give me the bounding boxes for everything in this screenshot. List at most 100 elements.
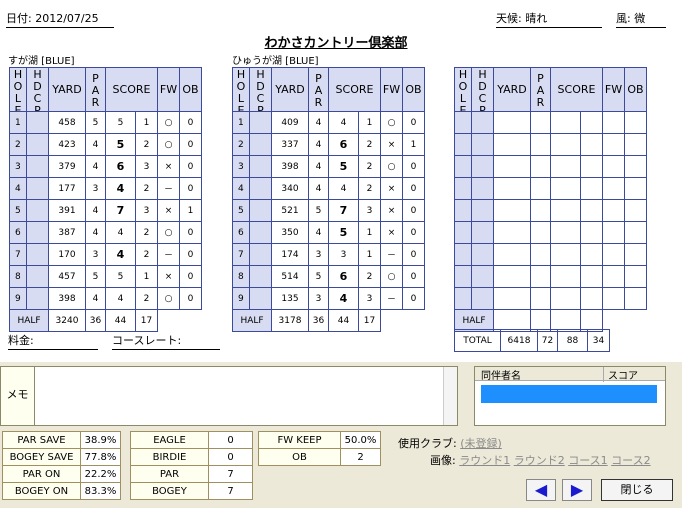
half-label: HALF — [232, 309, 272, 332]
stat-value: 77.8% — [80, 448, 121, 466]
yard: 458 — [48, 111, 86, 134]
hole-row — [454, 199, 647, 222]
hdcp — [249, 177, 272, 200]
hole-number: 6 — [232, 221, 250, 244]
course-title: わかさカントリー倶楽部 — [264, 36, 408, 51]
hole-number: 7 — [9, 243, 27, 266]
hole-number: 8 — [232, 265, 250, 288]
ob-empty — [624, 177, 647, 200]
fairway: － — [157, 177, 180, 200]
hole-number-empty — [454, 177, 472, 200]
hole-row: 3 398 4 5 2 ○ 0 — [232, 155, 425, 178]
next-button[interactable]: ▶ — [562, 479, 592, 501]
ob-empty — [624, 265, 647, 288]
ob: 0 — [179, 155, 202, 178]
hole-header: HOLE — [454, 67, 472, 112]
par: 5 — [308, 265, 329, 288]
hdcp — [26, 221, 49, 244]
yard-empty — [493, 177, 531, 200]
yard: 514 — [271, 265, 309, 288]
hdcp-empty — [471, 133, 494, 156]
hole-row — [454, 221, 647, 244]
ob-header: OB — [402, 67, 425, 112]
yard: 387 — [48, 221, 86, 244]
par: 4 — [308, 111, 329, 134]
putts: 2 — [358, 133, 381, 156]
memo-box[interactable]: メモ — [0, 366, 458, 426]
hole-row: 8 514 5 6 2 ○ 0 — [232, 265, 425, 288]
score-empty — [550, 287, 581, 310]
prev-button[interactable]: ◀ — [526, 479, 556, 501]
close-button[interactable]: 閉じる — [601, 479, 673, 501]
fairway: ○ — [157, 133, 180, 156]
par-empty — [530, 243, 551, 266]
hole-number: 4 — [232, 177, 250, 200]
ob: 0 — [179, 133, 202, 156]
score-empty — [550, 265, 581, 288]
image-link-course1[interactable]: コース1 — [568, 454, 607, 467]
fairway-empty — [602, 199, 625, 222]
hdcp — [249, 265, 272, 288]
putts: 2 — [358, 155, 381, 178]
hdcp — [249, 111, 272, 134]
hole-number: 9 — [9, 287, 27, 310]
in-course-label: ひゅうが湖 [BLUE] — [232, 56, 319, 67]
fairway: × — [157, 265, 180, 288]
stat-label: BOGEY ON — [2, 482, 81, 500]
score-empty — [550, 221, 581, 244]
putts: 3 — [358, 287, 381, 310]
putts: 2 — [135, 133, 158, 156]
par: 5 — [85, 111, 106, 134]
image-link-round1[interactable]: ラウンド1 — [459, 454, 510, 467]
fairway: ○ — [157, 111, 180, 134]
memo-scrollbar[interactable] — [443, 367, 457, 425]
stat-row: PAR SAVE 38.9% — [2, 431, 121, 449]
putts-empty — [580, 199, 603, 222]
stat-value: 0 — [208, 448, 253, 466]
hole-number: 2 — [9, 133, 27, 156]
hole-row: 9 135 3 4 3 － 0 — [232, 287, 425, 310]
companion-score-header: スコア — [603, 367, 665, 382]
image-link-round2[interactable]: ラウンド2 — [514, 454, 565, 467]
ob: 0 — [179, 221, 202, 244]
score: 4 — [105, 177, 136, 200]
yard: 521 — [271, 199, 309, 222]
fairway: ○ — [157, 287, 180, 310]
stat-row: EAGLE 0 — [130, 431, 253, 449]
hole-row: 7 170 3 4 2 － 0 — [9, 243, 202, 266]
score: 6 — [328, 265, 359, 288]
fairway: － — [380, 243, 403, 266]
hole-row — [454, 265, 647, 288]
hole-number-empty — [454, 199, 472, 222]
score-empty — [550, 111, 581, 134]
hole-number-empty — [454, 265, 472, 288]
score-empty — [550, 243, 581, 266]
hole-number: 2 — [232, 133, 250, 156]
score-empty — [550, 133, 581, 156]
par-empty — [530, 287, 551, 310]
companion-list[interactable]: 同伴者名 スコア — [474, 366, 666, 426]
putts: 1 — [358, 221, 381, 244]
companion-selected-row[interactable] — [481, 385, 657, 403]
hole-number: 9 — [232, 287, 250, 310]
hole-number: 5 — [232, 199, 250, 222]
half-score: 44 — [105, 309, 136, 332]
putts: 2 — [135, 243, 158, 266]
clubs-link[interactable]: (未登録) — [460, 437, 502, 450]
ob-empty — [624, 199, 647, 222]
fw-header: FW — [157, 67, 180, 112]
fairway: － — [380, 287, 403, 310]
fairway-empty — [602, 177, 625, 200]
ob-empty — [624, 243, 647, 266]
hole-row: 5 391 4 7 3 × 1 — [9, 199, 202, 222]
yard-empty — [493, 265, 531, 288]
score-header: SCORE — [550, 67, 603, 112]
stat-value: 7 — [208, 482, 253, 500]
stats-putting-table: PAR SAVE 38.9% BOGEY SAVE 77.8% PAR ON 22.2% B… — [2, 431, 121, 500]
ob: 0 — [179, 243, 202, 266]
image-link-course2[interactable]: コース2 — [611, 454, 650, 467]
hdcp-header: HDCP — [26, 67, 49, 112]
par-empty — [530, 177, 551, 200]
score: 4 — [328, 177, 359, 200]
putts: 3 — [135, 199, 158, 222]
